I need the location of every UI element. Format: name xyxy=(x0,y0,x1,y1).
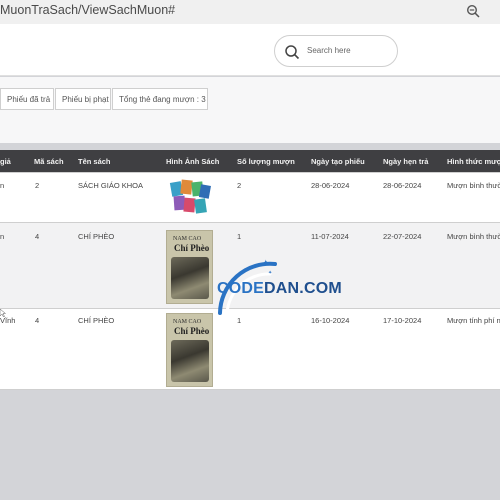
cell-reader: Vĩnh xyxy=(0,316,16,325)
url-text[interactable]: MuonTraSach/ViewSachMuon# xyxy=(0,3,175,17)
mouse-cursor-icon xyxy=(0,309,6,317)
cell-reader: n xyxy=(0,181,5,190)
cell-mode: Mượn tính phí n xyxy=(447,316,500,325)
cover-title: Chí Phèo xyxy=(174,243,210,253)
browser-address-bar: MuonTraSach/ViewSachMuon# xyxy=(0,0,500,24)
cell-mode: Mượn bình thường xyxy=(447,181,500,190)
cover-illustration xyxy=(171,340,209,382)
cell-reader: n xyxy=(0,232,5,241)
col-title: Tên sách xyxy=(78,157,111,166)
tab-penalized[interactable]: Phiếu bị phạt xyxy=(55,88,111,110)
cover-author: NAM CAO xyxy=(173,236,202,242)
textbook-stack-image xyxy=(169,179,211,214)
table-header: giả Mã sách Tên sách Hình Ảnh Sách Số lư… xyxy=(0,150,500,172)
tab-total-borrowing[interactable]: Tổng thẻ đang mượn : 3 xyxy=(112,88,208,110)
watermark-part2: DAN.COM xyxy=(264,280,342,297)
search-icon xyxy=(285,45,300,60)
col-due: Ngày hẹn trả xyxy=(383,157,429,166)
cell-title: CHÍ PHÈO xyxy=(78,316,115,325)
cell-due: 28-06-2024 xyxy=(383,181,422,190)
col-image: Hình Ảnh Sách xyxy=(166,157,220,166)
cell-due: 22-07-2024 xyxy=(383,232,422,241)
cover-author: NAM CAO xyxy=(173,319,202,325)
zoom-out-icon[interactable] xyxy=(466,4,480,18)
cell-book-id: 4 xyxy=(35,316,40,325)
svg-text:✦: ✦ xyxy=(262,259,270,269)
cell-created: 11-07-2024 xyxy=(311,232,349,241)
col-qty: Số lượng mượn xyxy=(237,157,295,166)
cell-due: 17-10-2024 xyxy=(383,316,422,325)
watermark-part1: CODE xyxy=(217,280,265,297)
tab-returned[interactable]: Phiếu đã trả xyxy=(0,88,54,110)
search-input[interactable]: Search here xyxy=(307,46,351,55)
svg-text:✦: ✦ xyxy=(268,270,272,276)
filter-tab-bar: Phiếu đã trả Phiếu bị phạt Tổng thẻ đang… xyxy=(0,77,500,143)
watermark-text: CODEDAN.COM xyxy=(217,280,342,298)
search-box[interactable]: Search here xyxy=(274,35,398,67)
col-created: Ngày tạo phiếu xyxy=(311,157,365,166)
cell-mode: Mượn bình thường xyxy=(447,232,500,241)
cell-qty: 2 xyxy=(237,181,242,190)
cell-title: CHÍ PHÈO xyxy=(78,232,115,241)
cell-title: SÁCH GIÁO KHOA xyxy=(78,181,144,190)
col-mode: Hình thức mượn xyxy=(447,157,500,166)
col-reader: giả xyxy=(0,157,11,166)
col-book-id: Mã sách xyxy=(34,157,64,166)
cell-book-id: 4 xyxy=(35,232,40,241)
page-header: Search here xyxy=(0,24,500,76)
cell-created: 28-06-2024 xyxy=(311,181,350,190)
cell-qty: 1 xyxy=(237,232,242,241)
table-row[interactable]: n 2 SÁCH GIÁO KHOA 2 28-06-2024 28-06-20… xyxy=(0,172,500,222)
cell-book-id: 2 xyxy=(35,181,40,190)
